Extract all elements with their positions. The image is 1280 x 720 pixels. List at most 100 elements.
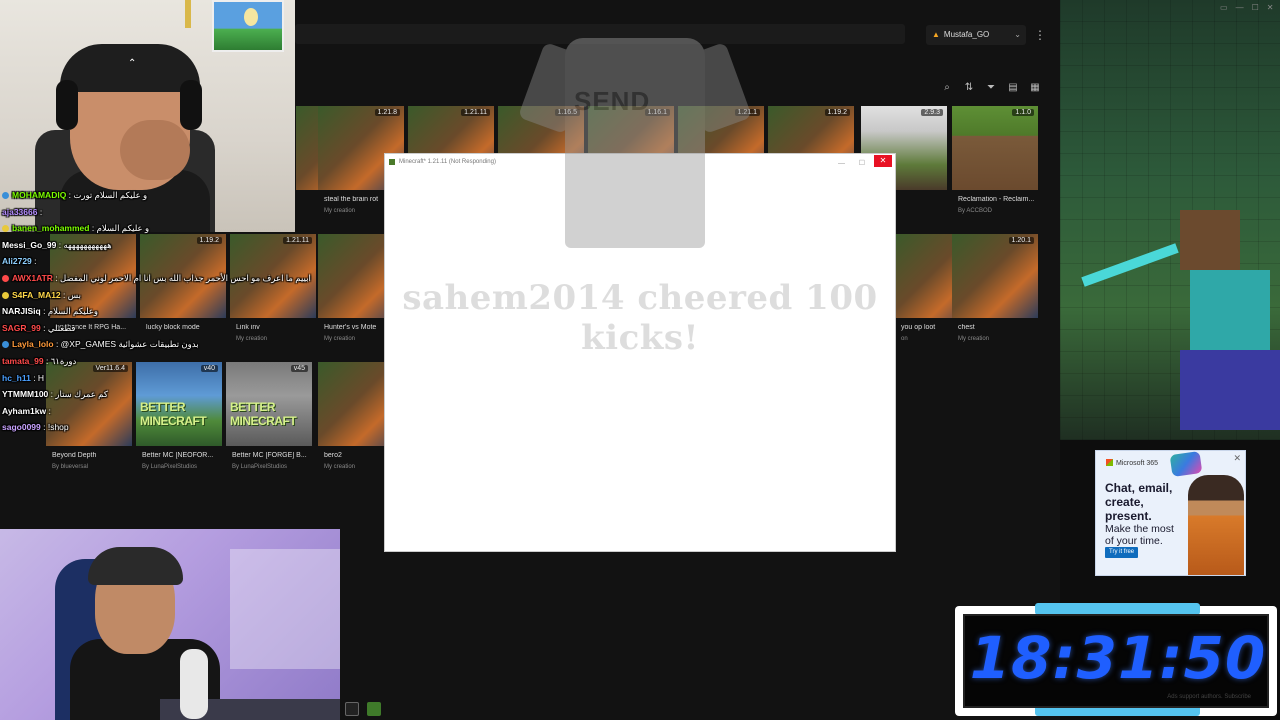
chat-username[interactable]: YTMMM100	[2, 389, 48, 399]
chat-separator: :	[40, 306, 48, 317]
version-badge: 1.21.8	[374, 109, 400, 116]
cap-logo: ⌃	[128, 58, 137, 69]
background-shelf	[230, 549, 340, 669]
chat-username[interactable]: Ayham1kw	[2, 406, 46, 416]
chat-message: YTMMM100 : كم عمرك ستار	[2, 387, 108, 401]
ad-photo	[1188, 475, 1244, 575]
maximize-icon[interactable]: ☐	[1252, 3, 1259, 12]
instance-author: My creation	[958, 336, 990, 342]
instance-tile[interactable]: 1.20.1 chest My creation	[952, 234, 1038, 352]
list-view-icon[interactable]: ▤	[1006, 82, 1020, 98]
chat-username[interactable]: banen_mohammed	[12, 223, 89, 233]
chat-separator: :	[31, 256, 37, 267]
chat-message: AWX1ATR : ابييم ما اعرف مو احس الأحمر جذ…	[2, 271, 311, 285]
chat-badge-icon	[2, 291, 9, 299]
chevron-down-icon: ⌄	[1014, 30, 1021, 39]
grid-view-icon[interactable]: ▦	[1028, 82, 1042, 98]
chat-username[interactable]: SAGR_99	[2, 323, 41, 333]
instance-name: Reclamation - Reclaim...	[958, 196, 1035, 203]
chat-username[interactable]: sago0099	[2, 422, 41, 432]
chat-username[interactable]: Messi_Go_99	[2, 240, 56, 250]
minimize-button[interactable]: —	[838, 156, 845, 172]
poster-face	[244, 8, 258, 26]
window-controls: ▭ — ☐ ✕	[1220, 3, 1273, 12]
chat-username[interactable]: AWX1ATR	[12, 273, 53, 283]
chat-text: ابييم ما اعرف مو احس الأحمر جذاب الله بس…	[60, 273, 311, 283]
chat-message: banen_mohammed : و عليكم السلام	[2, 221, 149, 235]
chat-separator: :	[40, 422, 48, 433]
chat-username[interactable]: Ali2729	[2, 256, 32, 266]
character-body	[1190, 270, 1270, 360]
chat-username[interactable]: tamata_99	[2, 356, 44, 366]
chat-message: tamata_99 : دورة٦١	[2, 354, 76, 368]
ad-headline: Chat, email, create, present.	[1105, 481, 1173, 523]
instance-tile[interactable]: 1.1.0 Reclamation - Reclaim... By ACCBOD	[952, 106, 1038, 224]
chat-separator: :	[30, 372, 38, 383]
chat-separator: :	[52, 273, 61, 283]
headset-right	[180, 80, 202, 130]
dialog-title: Minecraft* 1.21.11 (Not Responding)	[399, 159, 496, 165]
maximize-button[interactable]: ☐	[859, 156, 865, 172]
chat-username[interactable]: NARJISiq	[2, 306, 41, 316]
version-badge: 1.19.2	[824, 109, 850, 116]
stream-screen: ▲Mustafa_GO ⌄ ⋮ ⌕ ⇅ ⏷ ▤ ▦ 1.16.11.21.8st…	[0, 0, 1280, 720]
chat-username[interactable]: hc_h11	[2, 373, 31, 383]
ad-brand: Microsoft 365	[1106, 459, 1158, 467]
chat-overlay: MOHAMADIQ : و عليكم السلام تورت aja33666 …	[0, 186, 311, 436]
chat-text: !shop	[47, 422, 69, 433]
chat-separator: :	[43, 356, 51, 366]
chat-text: كم عمرك ستار	[55, 389, 108, 400]
more-options-icon[interactable]: ⋮	[1034, 25, 1046, 45]
chat-username[interactable]: aja33666	[2, 207, 37, 217]
game-view	[1060, 0, 1280, 440]
clock-widget: 18:31:50 Ads support authors. Subscribe	[963, 614, 1269, 708]
chat-badge-icon	[2, 225, 9, 233]
minecraft-icon	[389, 159, 395, 165]
instance-thumbnail: 1.20.1	[952, 234, 1038, 318]
chat-separator: :	[60, 289, 68, 300]
microsoft-logo-icon	[1106, 459, 1113, 466]
clock-time: 18:31:50	[969, 624, 1267, 692]
chat-badge-icon	[2, 341, 9, 349]
headset-left	[56, 80, 78, 130]
search-icon[interactable]: ⌕	[940, 82, 954, 98]
chat-message: aja33666 :	[2, 205, 42, 219]
microsoft-365-ad[interactable]: Microsoft 365 ✕ Chat, email, create, pre…	[1095, 450, 1246, 576]
account-name: Mustafa_GO	[943, 30, 990, 39]
chat-badge-icon	[2, 192, 9, 199]
chat-username[interactable]: Layla_lolo	[12, 339, 54, 349]
close-button[interactable]: ✕	[874, 155, 892, 167]
chat-separator: :	[53, 339, 61, 350]
chat-username[interactable]: S4FA_MA12	[12, 290, 61, 300]
chat-message: Ali2729 :	[2, 254, 37, 268]
minimize-icon[interactable]: —	[1236, 3, 1244, 12]
launcher-toolbar: ⌕ ⇅ ⏷ ▤ ▦	[940, 82, 1050, 98]
minecraft-taskbar-icon[interactable]	[367, 702, 381, 716]
instance-author: By ACCBOD	[958, 208, 993, 214]
ad-close-icon[interactable]: ✕	[1233, 453, 1241, 464]
chat-text: وعليكم السلام	[47, 306, 98, 317]
instance-name: chest	[958, 324, 975, 331]
close-icon[interactable]: ✕	[1267, 3, 1274, 12]
chat-message: SAGR_99 : قطعتلي	[2, 321, 75, 335]
chat-username[interactable]: MOHAMADIQ	[12, 190, 66, 200]
account-selector[interactable]: ▲ Mustafa_GO ⌄	[926, 25, 1026, 45]
sort-icon[interactable]: ⇅	[962, 82, 976, 98]
chat-message: Layla_lolo : @XP_GAMES بدون تطبيقات عشوا…	[2, 337, 199, 351]
filter-icon[interactable]: ⏷	[984, 82, 998, 98]
launcher-taskbar-icon[interactable]	[345, 702, 359, 716]
copilot-logo	[1169, 451, 1203, 477]
chat-badge-icon	[2, 275, 9, 282]
wall-poster	[212, 0, 284, 52]
restore-icon[interactable]: ▭	[1220, 3, 1228, 12]
chat-message: NARJISiq : وعليكم السلام	[2, 304, 98, 318]
shirt-logo: SEND	[574, 86, 651, 116]
chat-text: و عليكم السلام	[96, 223, 150, 234]
instance-thumbnail: 1.1.0	[952, 106, 1038, 190]
account-icon: ▲	[932, 30, 940, 39]
clock-note: Ads support authors. Subscribe	[1167, 694, 1251, 700]
cheer-alert-text: sahem2014 cheered 100 kicks!	[402, 278, 878, 358]
ad-try-button[interactable]: Try it free	[1105, 547, 1139, 558]
chat-text: @XP_GAMES بدون تطبيقات عشوائية	[60, 339, 199, 350]
chat-text: H	[37, 372, 45, 383]
